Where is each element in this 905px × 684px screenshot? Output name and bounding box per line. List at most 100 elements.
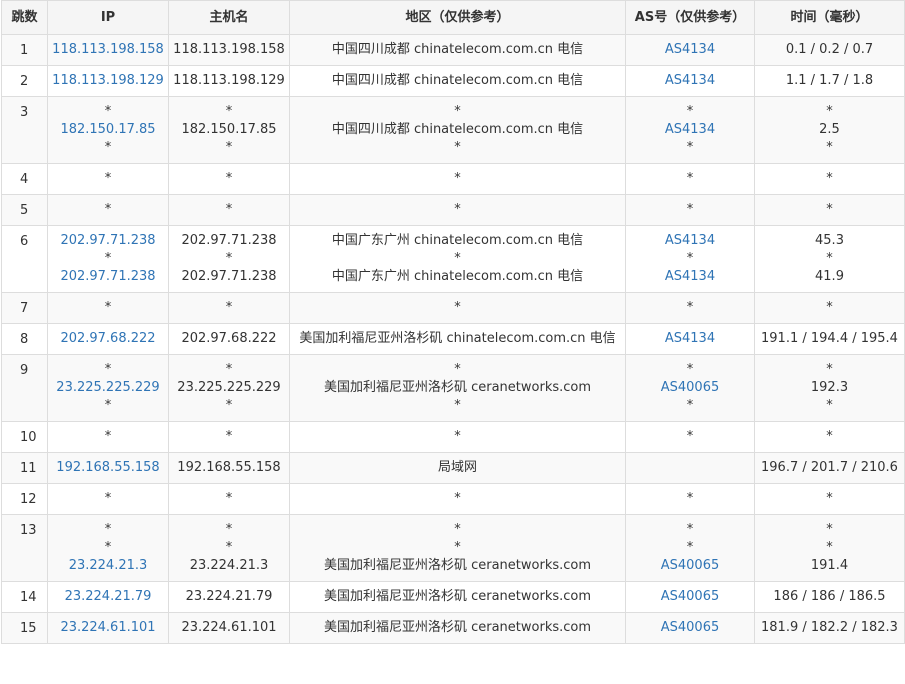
- as-link[interactable]: AS40065: [626, 619, 754, 637]
- as-link[interactable]: AS40065: [626, 379, 754, 397]
- as-cell: * AS4134 *: [625, 96, 755, 164]
- as-link[interactable]: AS4134: [626, 121, 754, 139]
- hostname-cell: 202.97.71.238 * 202.97.71.238: [168, 225, 290, 293]
- ip-cell: *: [47, 483, 169, 515]
- time-text: *: [826, 398, 833, 413]
- region-cell: *: [289, 194, 626, 226]
- time-text: 1.1 / 1.7 / 1.8: [785, 73, 874, 88]
- as-cell: AS40065: [625, 581, 755, 613]
- hop-cell: 9: [1, 354, 48, 422]
- ip-link: *: [104, 398, 112, 413]
- table-row: 3 * 182.150.17.85 * * 182.150.17.85 * * 中国四川成都 c…: [1, 96, 905, 164]
- time-cell: 0.1 / 0.2 / 0.7: [754, 34, 905, 66]
- host-text: *: [225, 300, 233, 315]
- time-text: *: [826, 202, 833, 217]
- region-text: *: [454, 171, 461, 186]
- region-text: 中国四川成都 chinatelecom.com.cn 电信: [331, 42, 584, 57]
- host-text: *: [225, 104, 233, 119]
- as-link[interactable]: AS4134: [626, 232, 754, 250]
- hostname-cell: 23.224.21.79: [168, 581, 290, 613]
- as-cell: AS40065: [625, 612, 755, 644]
- region-text: 中国广东广州 chinatelecom.com.cn 电信: [331, 269, 584, 284]
- ip-cell: *: [47, 194, 169, 226]
- region-cell: * 美国加利福尼亚州洛杉矶 ceranetworks.com *: [289, 354, 626, 422]
- ip-link: *: [104, 429, 112, 444]
- ip-link[interactable]: 118.113.198.158: [48, 41, 168, 59]
- region-text: 局域网: [437, 460, 477, 475]
- region-cell: 中国四川成都 chinatelecom.com.cn 电信: [289, 65, 626, 97]
- region-text: 美国加利福尼亚州洛杉矶 chinatelecom.com.cn 电信: [299, 331, 616, 346]
- as-cell: * AS40065 *: [625, 354, 755, 422]
- table-row: 5 * * * * *: [1, 194, 905, 226]
- region-cell: 美国加利福尼亚州洛杉矶 ceranetworks.com: [289, 581, 626, 613]
- host-text: *: [225, 491, 233, 506]
- traceroute-table: 跳数 IP 主机名 地区（仅供参考） AS号（仅供参考） 时间（毫秒） 1 118…: [1, 0, 905, 644]
- ip-link: *: [104, 362, 112, 377]
- region-text: *: [454, 540, 461, 555]
- hop-cell: 7: [1, 292, 48, 324]
- as-link: *: [686, 429, 694, 444]
- ip-link[interactable]: 202.97.68.222: [48, 330, 168, 348]
- table-row: 7 * * * * *: [1, 292, 905, 324]
- ip-link[interactable]: 118.113.198.129: [48, 72, 168, 90]
- time-text: 2.5: [819, 122, 840, 137]
- host-text: 23.224.61.101: [181, 620, 277, 635]
- region-cell: *: [289, 292, 626, 324]
- hostname-cell: * 182.150.17.85 *: [168, 96, 290, 164]
- ip-cell: 192.168.55.158: [47, 452, 169, 484]
- region-cell: 局域网: [289, 452, 626, 484]
- header-region: 地区（仅供参考）: [289, 0, 626, 35]
- table-row: 2 118.113.198.129 118.113.198.129 中国四川成都 ch…: [1, 65, 905, 97]
- as-link[interactable]: AS4134: [626, 72, 754, 90]
- hostname-cell: * 23.225.225.229 *: [168, 354, 290, 422]
- as-link[interactable]: AS40065: [626, 557, 754, 575]
- table-row: 9 * 23.225.225.229 * * 23.225.225.229 * * 美国加利福尼…: [1, 354, 905, 422]
- table-body: 1 118.113.198.158 118.113.198.158 中国四川成都 ch…: [1, 34, 905, 644]
- as-cell: AS4134: [625, 323, 755, 355]
- ip-link: *: [104, 300, 112, 315]
- hostname-cell: * * 23.224.21.3: [168, 514, 290, 582]
- time-text: *: [826, 522, 833, 537]
- hop-cell: 8: [1, 323, 48, 355]
- time-cell: *: [754, 483, 905, 515]
- region-cell: *: [289, 421, 626, 453]
- ip-link[interactable]: 182.150.17.85: [48, 121, 168, 139]
- host-text: *: [225, 202, 233, 217]
- time-cell: 181.9 / 182.2 / 182.3: [754, 612, 905, 644]
- as-link[interactable]: AS40065: [626, 588, 754, 606]
- region-cell: 中国广东广州 chinatelecom.com.cn 电信 * 中国广东广州 chi…: [289, 225, 626, 293]
- as-link: *: [686, 140, 694, 155]
- time-text: *: [826, 362, 833, 377]
- table-header-row: 跳数 IP 主机名 地区（仅供参考） AS号（仅供参考） 时间（毫秒）: [1, 0, 905, 35]
- host-text: *: [225, 140, 233, 155]
- header-ip: IP: [47, 0, 169, 35]
- ip-link[interactable]: 23.224.21.3: [48, 557, 168, 575]
- host-text: *: [225, 171, 233, 186]
- as-link[interactable]: AS4134: [626, 41, 754, 59]
- ip-link[interactable]: 202.97.71.238: [48, 268, 168, 286]
- time-text: 192.3: [810, 380, 849, 395]
- ip-cell: 118.113.198.129: [47, 65, 169, 97]
- time-text: *: [826, 429, 833, 444]
- region-text: 美国加利福尼亚州洛杉矶 ceranetworks.com: [323, 620, 592, 635]
- as-cell: AS4134: [625, 34, 755, 66]
- hop-cell: 14: [1, 581, 48, 613]
- region-text: *: [454, 522, 461, 537]
- ip-link[interactable]: 23.225.225.229: [48, 379, 168, 397]
- ip-link[interactable]: 192.168.55.158: [48, 459, 168, 477]
- hostname-cell: 202.97.68.222: [168, 323, 290, 355]
- region-text: *: [454, 140, 461, 155]
- as-link[interactable]: AS4134: [626, 330, 754, 348]
- ip-cell: 23.224.61.101: [47, 612, 169, 644]
- host-text: 202.97.68.222: [181, 331, 277, 346]
- time-text: *: [826, 540, 833, 555]
- as-cell: *: [625, 163, 755, 195]
- table-row: 10 * * * * *: [1, 421, 905, 453]
- ip-link[interactable]: 202.97.71.238: [48, 232, 168, 250]
- hop-cell: 1: [1, 34, 48, 66]
- as-link[interactable]: AS4134: [626, 268, 754, 286]
- ip-cell: *: [47, 421, 169, 453]
- ip-link[interactable]: 23.224.61.101: [48, 619, 168, 637]
- time-text: 186 / 186 / 186.5: [773, 589, 886, 604]
- ip-link[interactable]: 23.224.21.79: [48, 588, 168, 606]
